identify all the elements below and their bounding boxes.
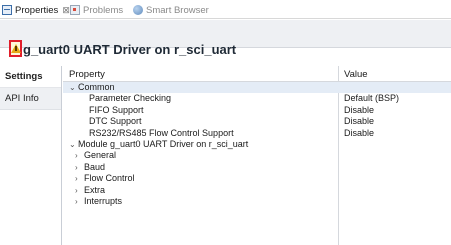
property-label-text: Baud: [84, 161, 106, 172]
close-icon[interactable]: ⊠: [62, 5, 70, 16]
property-label-text: General: [84, 150, 117, 161]
table-row[interactable]: › Baud: [63, 162, 451, 173]
property-label: ⌄ Common: [69, 82, 115, 93]
table-row[interactable]: Parameter Checking Default (BSP): [63, 93, 451, 104]
property-value[interactable]: Disable: [344, 128, 374, 139]
table-row[interactable]: ⌄ Common: [63, 82, 451, 94]
property-label-text: Module g_uart0 UART Driver on r_sci_uart: [78, 138, 249, 149]
tab-smart-browser[interactable]: Smart Browser: [133, 2, 209, 18]
column-header-property[interactable]: Property: [69, 69, 105, 80]
property-label-text: Extra: [84, 184, 106, 195]
smart-browser-icon: [133, 5, 143, 15]
properties-icon: [2, 5, 12, 15]
table-row[interactable]: › Flow Control: [63, 173, 451, 184]
side-tab-api-info[interactable]: API Info: [0, 88, 61, 110]
property-label-text: Parameter Checking: [89, 93, 172, 104]
property-label-text: RS232/RS485 Flow Control Support: [89, 127, 234, 138]
grid-header: Property Value: [63, 66, 451, 82]
property-rows: ⌄ Common Parameter Checking Default (BSP) FI…: [63, 82, 451, 207]
column-header-value[interactable]: Value: [344, 69, 368, 80]
table-row[interactable]: › Interrupts: [63, 196, 451, 207]
table-row[interactable]: ⌄ Module g_uart0 UART Driver on r_sci_uar…: [63, 139, 451, 150]
property-label: FIFO Support: [89, 105, 144, 116]
property-label-text: DTC Support: [89, 116, 142, 127]
property-label: › Flow Control: [75, 173, 135, 184]
tab-smart-browser-label: Smart Browser: [146, 4, 209, 16]
side-tab-settings[interactable]: Settings: [0, 66, 61, 88]
tab-properties-label: Properties: [15, 4, 59, 16]
page-title: g_uart0 UART Driver on r_sci_uart: [23, 42, 237, 57]
property-value[interactable]: Default (BSP): [344, 93, 399, 104]
table-row[interactable]: FIFO Support Disable: [63, 105, 451, 116]
tab-properties[interactable]: Properties ⊠: [2, 2, 70, 18]
property-label-text: Flow Control: [84, 173, 135, 184]
chevron-down-icon[interactable]: ⌄: [69, 82, 78, 93]
property-grid: Property Value ⌄ Common Parameter Checking…: [63, 66, 451, 245]
property-label: DTC Support: [89, 116, 142, 127]
property-label: RS232/RS485 Flow Control Support: [89, 128, 234, 139]
chevron-right-icon[interactable]: ›: [75, 162, 84, 173]
chevron-right-icon[interactable]: ›: [75, 196, 84, 207]
chevron-down-icon[interactable]: ⌄: [69, 139, 78, 150]
property-label: Parameter Checking: [89, 93, 171, 104]
property-value[interactable]: Disable: [344, 105, 374, 116]
table-row[interactable]: RS232/RS485 Flow Control Support Disable: [63, 128, 451, 139]
view-tab-bar: Properties ⊠ Problems Smart Browser: [0, 0, 451, 19]
property-label: › Baud: [75, 162, 105, 173]
property-label-text: FIFO Support: [89, 104, 144, 115]
property-label: ⌄ Module g_uart0 UART Driver on r_sci_uar…: [69, 139, 248, 150]
table-row[interactable]: DTC Support Disable: [63, 116, 451, 127]
tab-problems[interactable]: Problems: [70, 2, 123, 18]
properties-side-tabs: Settings API Info: [0, 66, 62, 245]
property-label: › Interrupts: [75, 196, 122, 207]
table-row[interactable]: › Extra: [63, 185, 451, 196]
table-row[interactable]: › General: [63, 150, 451, 161]
chevron-right-icon[interactable]: ›: [75, 173, 84, 184]
warning-triangle-icon: [10, 44, 21, 53]
chevron-right-icon[interactable]: ›: [75, 150, 84, 161]
property-value[interactable]: Disable: [344, 116, 374, 127]
tab-problems-label: Problems: [83, 4, 124, 16]
property-label-text: Common: [78, 82, 115, 92]
property-label: › General: [75, 150, 116, 161]
warning-icon[interactable]: [9, 40, 22, 57]
problems-icon: [70, 5, 80, 15]
property-label: › Extra: [75, 185, 105, 196]
property-label-text: Interrupts: [84, 195, 123, 206]
chevron-right-icon[interactable]: ›: [75, 185, 84, 196]
